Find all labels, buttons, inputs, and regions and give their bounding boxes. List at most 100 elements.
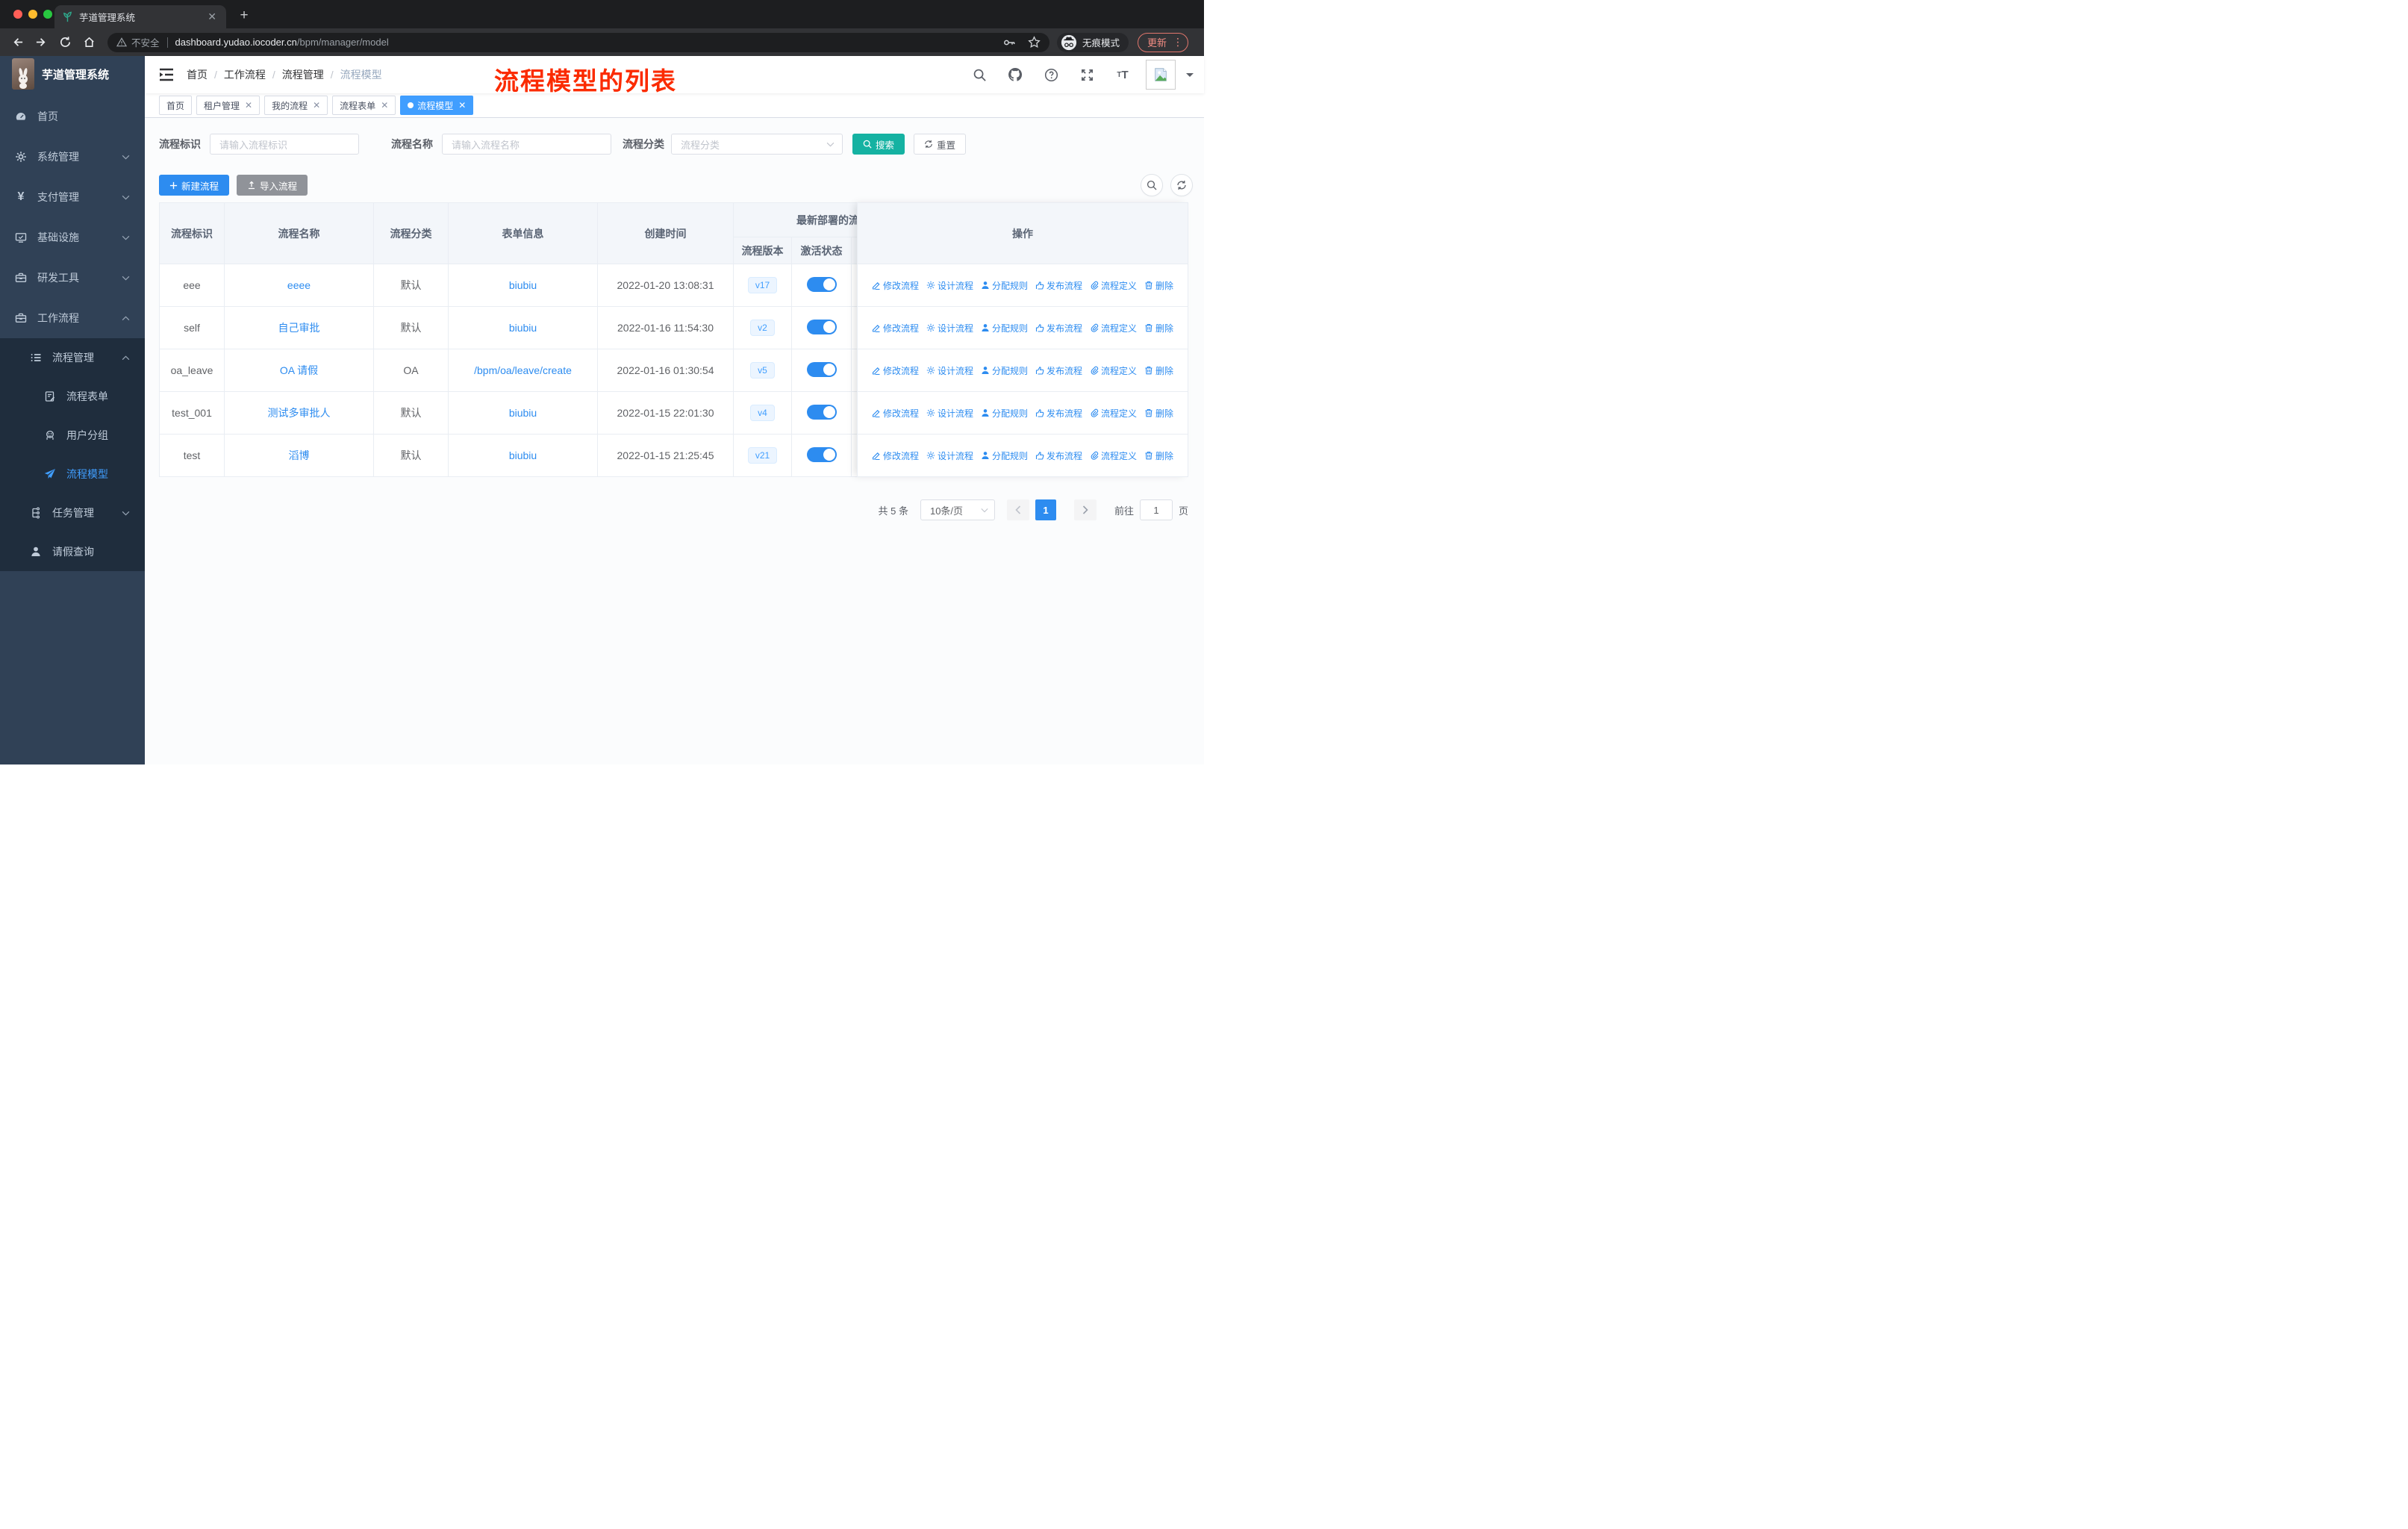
version-tag[interactable]: v5 — [750, 362, 775, 379]
tag-close-icon[interactable]: ✕ — [243, 100, 252, 110]
sidebar-collapse-icon[interactable] — [158, 67, 175, 82]
op-modify-process-link[interactable]: 修改流程 — [872, 322, 919, 334]
tag-process-model[interactable]: 流程模型 ✕ — [400, 96, 474, 115]
next-page-button[interactable] — [1073, 499, 1097, 520]
create-process-button[interactable]: 新建流程 — [159, 175, 230, 196]
tag-my-process[interactable]: 我的流程 ✕ — [264, 96, 328, 115]
form-info-link[interactable]: /bpm/oa/leave/create — [474, 364, 572, 376]
op-delete-link[interactable]: 删除 — [1144, 364, 1173, 377]
help-icon[interactable] — [1038, 62, 1064, 87]
tag-process-form[interactable]: 流程表单 ✕ — [332, 96, 396, 115]
sidebar-item-leave-query[interactable]: 请假查询 — [0, 532, 145, 571]
form-info-link[interactable]: biubiu — [509, 449, 537, 461]
sidebar-item-task-management[interactable]: 任务管理 — [0, 493, 145, 532]
forward-icon[interactable] — [31, 33, 51, 52]
op-process-definition-link[interactable]: 流程定义 — [1090, 449, 1137, 462]
process-name-link[interactable]: 滔博 — [289, 449, 310, 461]
form-info-link[interactable]: biubiu — [509, 322, 537, 334]
sidebar-item-infrastructure[interactable]: 基础设施 — [0, 217, 145, 258]
github-icon[interactable] — [1002, 62, 1028, 87]
op-assign-rule-link[interactable]: 分配规则 — [981, 449, 1028, 462]
breadcrumb-item[interactable]: 工作流程 — [224, 67, 266, 82]
font-size-icon[interactable]: TT — [1110, 62, 1135, 87]
op-assign-rule-link[interactable]: 分配规则 — [981, 407, 1028, 420]
window-minimize-button[interactable] — [28, 10, 37, 19]
op-modify-process-link[interactable]: 修改流程 — [872, 407, 919, 420]
address-bar[interactable]: 不安全 dashboard.yudao.iocoder.cn /bpm/mana… — [107, 32, 1049, 52]
process-name-link[interactable]: 测试多审批人 — [268, 407, 331, 419]
import-process-button[interactable]: 导入流程 — [237, 175, 308, 196]
tag-home[interactable]: 首页 — [159, 96, 193, 115]
op-modify-process-link[interactable]: 修改流程 — [872, 449, 919, 462]
refresh-table-button[interactable] — [1170, 174, 1193, 196]
tag-close-icon[interactable]: ✕ — [457, 100, 466, 110]
op-delete-link[interactable]: 删除 — [1144, 407, 1173, 420]
op-assign-rule-link[interactable]: 分配规则 — [981, 322, 1028, 334]
goto-page-input[interactable]: 1 — [1139, 499, 1173, 520]
active-toggle[interactable] — [806, 361, 837, 377]
search-button[interactable]: 搜索 — [852, 134, 905, 155]
op-assign-rule-link[interactable]: 分配规则 — [981, 364, 1028, 377]
avatar-dropdown-icon[interactable] — [1186, 72, 1194, 81]
sidebar-item-dev-tools[interactable]: 研发工具 — [0, 258, 145, 298]
window-close-button[interactable] — [13, 10, 22, 19]
bookmark-star-icon[interactable] — [1028, 36, 1041, 49]
show-search-button[interactable] — [1141, 174, 1163, 196]
op-design-process-link[interactable]: 设计流程 — [926, 407, 973, 420]
process-key-input[interactable]: 请输入流程标识 — [210, 134, 359, 155]
window-maximize-button[interactable] — [43, 10, 52, 19]
op-delete-link[interactable]: 删除 — [1144, 279, 1173, 292]
version-tag[interactable]: v21 — [747, 447, 778, 464]
sidebar-item-user-group[interactable]: 用户分组 — [0, 416, 145, 455]
tag-tenant[interactable]: 租户管理 ✕ — [196, 96, 261, 115]
op-delete-link[interactable]: 删除 — [1144, 449, 1173, 462]
op-modify-process-link[interactable]: 修改流程 — [872, 364, 919, 377]
sidebar-item-system[interactable]: 系统管理 — [0, 137, 145, 177]
sidebar-item-home[interactable]: 首页 — [0, 96, 145, 137]
process-name-link[interactable]: 自己审批 — [278, 322, 320, 334]
process-name-input[interactable]: 请输入流程名称 — [442, 134, 611, 155]
reset-button[interactable]: 重置 — [914, 134, 967, 155]
security-label[interactable]: 不安全 — [131, 35, 160, 49]
op-process-definition-link[interactable]: 流程定义 — [1090, 364, 1137, 377]
active-toggle[interactable] — [806, 404, 837, 420]
version-tag[interactable]: v4 — [750, 405, 775, 421]
avatar[interactable] — [1146, 60, 1176, 90]
sidebar-item-workflow[interactable]: 工作流程 — [0, 298, 145, 338]
op-publish-process-link[interactable]: 发布流程 — [1035, 407, 1082, 420]
op-process-definition-link[interactable]: 流程定义 — [1090, 322, 1137, 334]
version-tag[interactable]: v17 — [747, 277, 778, 293]
page-size-select[interactable]: 10条/页 — [920, 499, 995, 520]
tag-close-icon[interactable]: ✕ — [311, 100, 320, 110]
active-toggle[interactable] — [806, 319, 837, 334]
browser-tab[interactable]: 芋道管理系统 ✕ — [54, 5, 226, 28]
home-icon[interactable] — [79, 33, 99, 52]
process-name-link[interactable]: eeee — [287, 279, 311, 291]
fullscreen-icon[interactable] — [1074, 62, 1099, 87]
active-toggle[interactable] — [806, 276, 837, 292]
tag-close-icon[interactable]: ✕ — [379, 100, 388, 110]
op-design-process-link[interactable]: 设计流程 — [926, 322, 973, 334]
update-button[interactable]: 更新 ⋮ — [1138, 32, 1189, 52]
op-design-process-link[interactable]: 设计流程 — [926, 449, 973, 462]
op-delete-link[interactable]: 删除 — [1144, 322, 1173, 334]
update-label[interactable]: 更新 — [1147, 35, 1167, 49]
page-number-current[interactable]: 1 — [1035, 499, 1056, 520]
op-process-definition-link[interactable]: 流程定义 — [1090, 407, 1137, 420]
op-modify-process-link[interactable]: 修改流程 — [872, 279, 919, 292]
op-assign-rule-link[interactable]: 分配规则 — [981, 279, 1028, 292]
tab-close-icon[interactable]: ✕ — [205, 10, 219, 23]
browser-menu-icon[interactable]: ⋮ — [1173, 36, 1183, 49]
op-design-process-link[interactable]: 设计流程 — [926, 279, 973, 292]
reload-icon[interactable] — [55, 33, 75, 52]
form-info-link[interactable]: biubiu — [509, 407, 537, 419]
op-process-definition-link[interactable]: 流程定义 — [1090, 279, 1137, 292]
breadcrumb-item[interactable]: 首页 — [187, 67, 208, 82]
key-icon[interactable] — [1002, 37, 1016, 49]
op-publish-process-link[interactable]: 发布流程 — [1035, 449, 1082, 462]
back-icon[interactable] — [7, 33, 27, 52]
sidebar-item-process-model[interactable]: 流程模型 — [0, 455, 145, 493]
breadcrumb-item[interactable]: 流程管理 — [282, 67, 324, 82]
new-tab-button[interactable]: + — [235, 7, 253, 25]
op-publish-process-link[interactable]: 发布流程 — [1035, 279, 1082, 292]
